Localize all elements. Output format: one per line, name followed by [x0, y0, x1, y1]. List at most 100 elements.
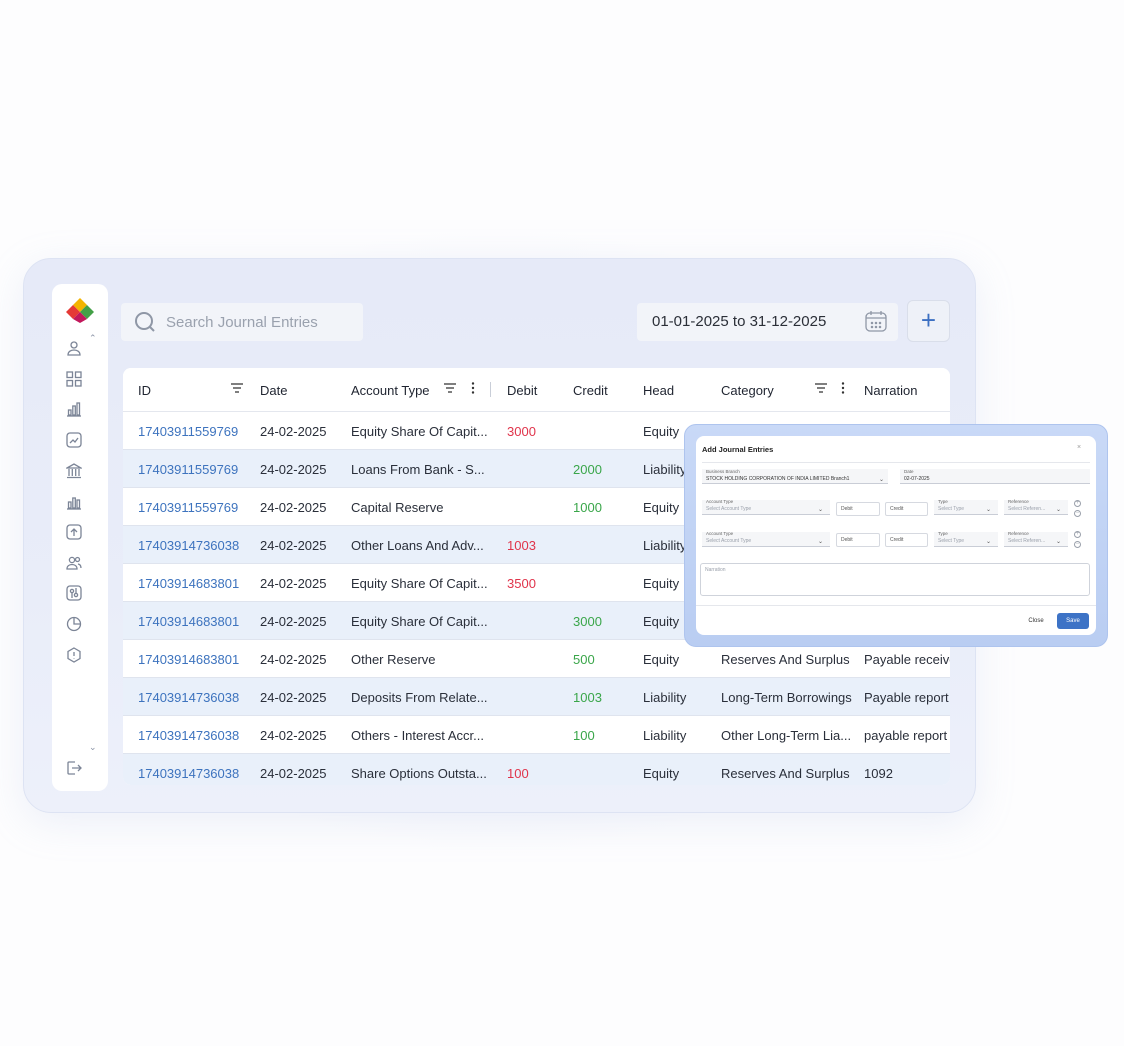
cell-debit: 1003 [507, 538, 536, 553]
filter-icon[interactable] [230, 381, 244, 395]
cell-id[interactable]: 17403914736038 [138, 538, 239, 553]
cell-id[interactable]: 17403911559769 [138, 500, 238, 515]
report-icon[interactable] [66, 432, 82, 448]
cell-credit: 100 [573, 728, 595, 743]
cell-date: 24-02-2025 [260, 500, 327, 515]
date-value: 02-07-2025 [904, 476, 930, 482]
logout-icon[interactable] [66, 760, 82, 776]
search-box[interactable] [121, 303, 363, 341]
col-date[interactable]: Date [260, 383, 287, 398]
debit-placeholder: Debit [841, 506, 853, 512]
bank-icon[interactable] [64, 463, 84, 479]
search-input[interactable] [166, 303, 356, 341]
narration-placeholder: Narration [705, 567, 726, 573]
cell-id[interactable]: 17403914683801 [138, 576, 239, 591]
col-debit[interactable]: Debit [507, 383, 537, 398]
chevron-down-icon: ⌄ [818, 539, 824, 545]
cell-category: Other Long-Term Lia... [721, 728, 852, 743]
cell-head: Equity [643, 424, 680, 439]
users-icon[interactable] [66, 555, 82, 571]
column-divider[interactable] [490, 382, 491, 397]
col-account-type[interactable]: Account Type [351, 383, 430, 398]
business-branch-label: Business Branch [706, 469, 740, 474]
cell-credit: 1003 [573, 690, 602, 705]
reference-placeholder: Select Referen... [1008, 506, 1046, 512]
cell-debit: 3000 [507, 424, 536, 439]
calendar-icon[interactable] [864, 309, 888, 333]
date-range-text: 01-01-2025 to 31-12-2025 [652, 313, 827, 330]
cell-category: Reserves And Surplus [721, 652, 850, 667]
col-category[interactable]: Category [721, 383, 774, 398]
cell-date: 24-02-2025 [260, 576, 327, 591]
table-row[interactable]: 17403914736038 24-02-2025 Deposits From Re… [123, 678, 950, 716]
bar-chart-icon[interactable] [66, 401, 82, 417]
cell-head: Equity [643, 576, 680, 591]
col-narration[interactable]: Narration [864, 383, 917, 398]
cell-id[interactable]: 17403911559769 [138, 424, 238, 439]
cell-debit: 100 [507, 766, 529, 781]
sidebar-scroll-up-icon[interactable]: ⌃ [89, 333, 97, 344]
dashboard-icon[interactable] [66, 371, 82, 387]
table-row[interactable]: 17403914736038 24-02-2025 Share Options Ou… [123, 754, 950, 785]
remove-line-icon[interactable]: − [1074, 541, 1081, 548]
filter-icon[interactable] [814, 381, 828, 395]
add-line-icon[interactable]: + [1074, 500, 1081, 507]
chevron-down-icon: ⌄ [879, 477, 885, 483]
account-type-placeholder: Select Account Type [706, 538, 752, 544]
cell-id[interactable]: 17403914683801 [138, 652, 239, 667]
cell-head: Equity [643, 614, 680, 629]
cell-id[interactable]: 17403914736038 [138, 728, 239, 743]
cell-account-type: Capital Reserve [351, 500, 444, 515]
remove-line-icon[interactable]: − [1074, 510, 1081, 517]
cell-head: Liability [643, 462, 687, 477]
close-icon[interactable]: × [1077, 444, 1081, 451]
reference-label: Reference [1008, 531, 1029, 536]
cell-account-type: Equity Share Of Capit... [351, 576, 488, 591]
credit-placeholder: Credit [890, 537, 904, 543]
business-branch-value: STOCK HOLDING CORPORATION OF INDIA LIMIT… [706, 476, 850, 482]
cell-id[interactable]: 17403914736038 [138, 690, 239, 705]
table-row[interactable]: 17403914736038 24-02-2025 Others - Interes… [123, 716, 950, 754]
cell-category: Long-Term Borrowings [721, 690, 852, 705]
pie-chart-icon[interactable] [66, 616, 82, 632]
cell-narration: 1092 [864, 766, 893, 781]
user-icon[interactable] [66, 340, 82, 356]
save-button[interactable]: Save [1057, 613, 1089, 629]
modal-title: Add Journal Entries [702, 445, 774, 454]
cell-date: 24-02-2025 [260, 614, 327, 629]
info-icon[interactable] [66, 647, 82, 663]
add-entry-button[interactable]: + [907, 300, 950, 342]
col-credit[interactable]: Credit [573, 383, 608, 398]
cell-narration: Payable receive [864, 652, 950, 667]
date-range-picker[interactable]: 01-01-2025 to 31-12-2025 [637, 303, 898, 341]
add-line-icon[interactable]: + [1074, 531, 1081, 538]
divider [696, 605, 1096, 606]
col-id[interactable]: ID [138, 383, 151, 398]
col-head[interactable]: Head [643, 383, 674, 398]
cell-head: Equity [643, 766, 680, 781]
cell-account-type: Equity Share Of Capit... [351, 424, 488, 439]
type-placeholder: Select Type [938, 538, 965, 544]
cell-head: Liability [643, 538, 687, 553]
reference-label: Reference [1008, 499, 1029, 504]
chevron-down-icon: ⌄ [818, 507, 824, 513]
upload-icon[interactable] [66, 524, 82, 540]
cell-id[interactable]: 17403911559769 [138, 462, 238, 477]
settings-icon[interactable] [66, 585, 82, 601]
more-vert-icon[interactable] [466, 381, 480, 395]
more-vert-icon[interactable] [836, 381, 850, 395]
type-placeholder: Select Type [938, 506, 965, 512]
cell-id[interactable]: 17403914736038 [138, 766, 239, 781]
sidebar-scroll-down-icon[interactable]: ⌄ [89, 742, 97, 753]
analytics-icon[interactable] [66, 494, 82, 510]
close-button[interactable]: Close [1021, 613, 1051, 629]
filter-icon[interactable] [443, 381, 457, 395]
cell-date: 24-02-2025 [260, 538, 327, 553]
cell-head: Equity [643, 500, 680, 515]
cell-id[interactable]: 17403914683801 [138, 614, 239, 629]
chevron-down-icon: ⌄ [1056, 539, 1062, 545]
narration-textarea[interactable] [700, 563, 1090, 596]
type-label: Type [938, 531, 948, 536]
table-header: ID Date Account Type Debit Credit Head C… [123, 368, 950, 412]
debit-placeholder: Debit [841, 537, 853, 543]
